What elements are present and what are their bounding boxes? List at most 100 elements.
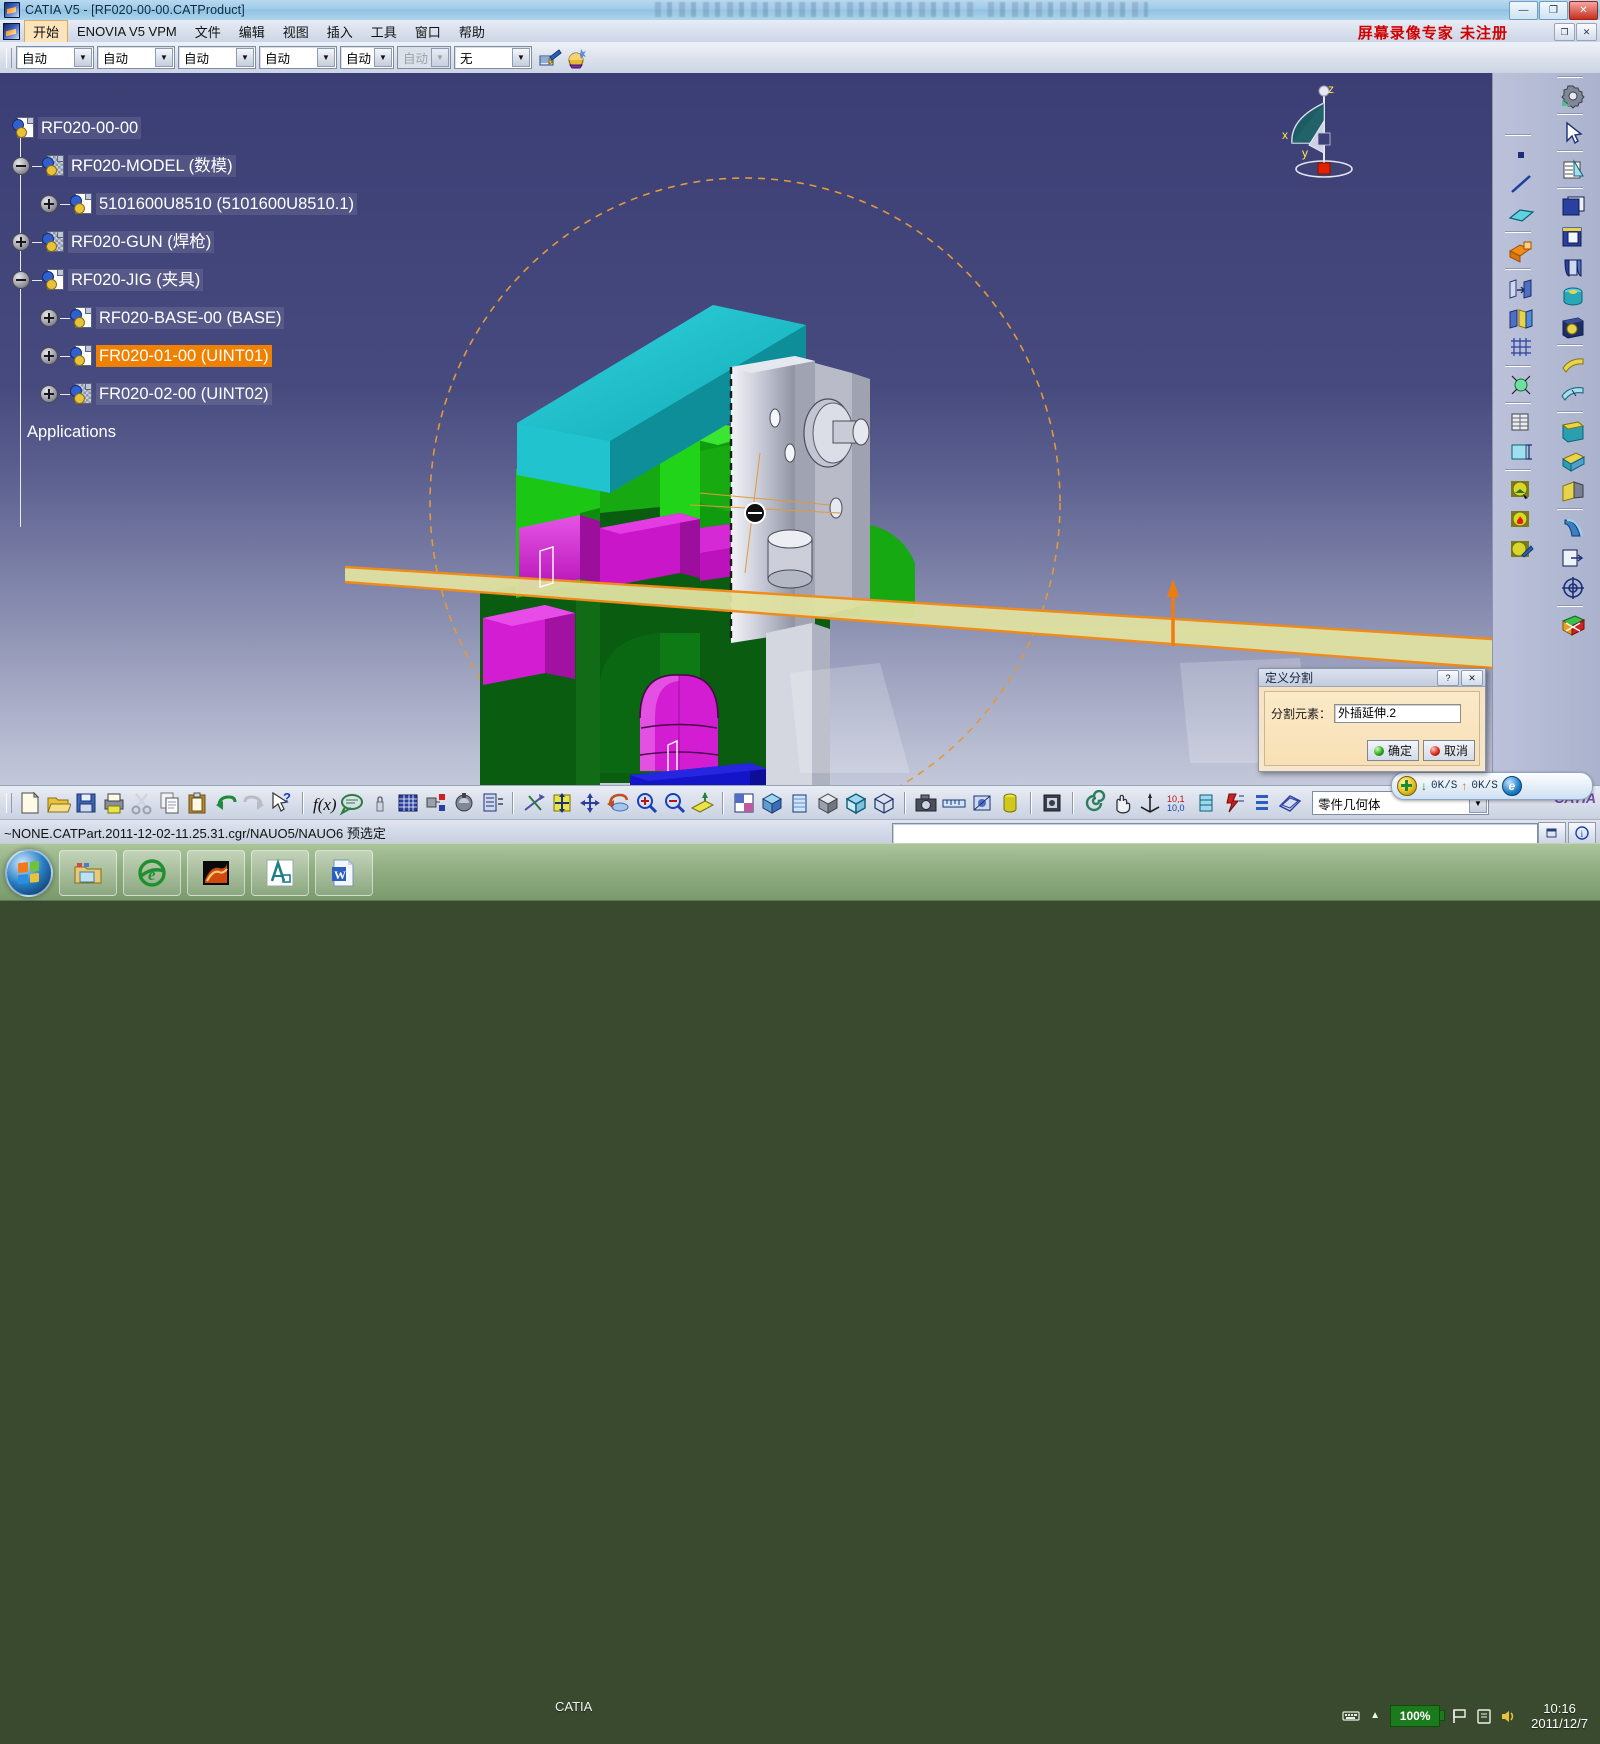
pocket-icon[interactable]	[1558, 223, 1588, 251]
formula-fx-icon[interactable]: f(x)	[311, 790, 337, 816]
hole-icon[interactable]	[1558, 313, 1588, 341]
slot-icon[interactable]	[1558, 380, 1588, 408]
print-icon[interactable]	[101, 790, 127, 816]
zoom-in-icon[interactable]	[633, 790, 659, 816]
cylinder-icon[interactable]	[997, 790, 1023, 816]
tree-node-rf020-model[interactable]: RF020-MODEL (数模)	[6, 147, 436, 185]
taskbar-explorer-button[interactable]	[59, 849, 117, 896]
paste-icon[interactable]	[185, 790, 211, 816]
menu-item-file[interactable]: 文件	[186, 20, 230, 43]
shading-edges-icon[interactable]	[843, 790, 869, 816]
zoom-out-icon[interactable]	[661, 790, 687, 816]
scene-icon[interactable]	[969, 790, 995, 816]
apply-material-icon[interactable]	[1506, 475, 1536, 503]
tree-node-rf020-base-00[interactable]: RF020-BASE-00 (BASE)	[6, 299, 436, 337]
thickness-icon[interactable]	[1506, 438, 1536, 466]
toolbar-grip[interactable]	[6, 47, 12, 68]
measure-list-icon[interactable]	[479, 790, 505, 816]
paint-brush-icon[interactable]	[538, 47, 562, 69]
rib-icon[interactable]	[1558, 350, 1588, 378]
list-icon[interactable]	[1249, 790, 1275, 816]
menu-item-start[interactable]: 开始	[24, 19, 69, 43]
expand-plus-icon[interactable]	[40, 309, 58, 327]
gear-settings-icon[interactable]	[1558, 82, 1588, 110]
select-arrow-icon[interactable]	[1558, 119, 1588, 147]
close-button[interactable]: ✕	[1569, 1, 1598, 20]
network-speed-widget[interactable]: ↓ 0K/S ↑ 0K/S e	[1391, 772, 1593, 800]
graphic-properties-combo-3[interactable]: 自动 ▼	[178, 46, 256, 69]
pattern-grid-icon[interactable]	[1506, 334, 1536, 362]
show-hidden-icons-button[interactable]: ▲	[1366, 1707, 1384, 1725]
active-task-label[interactable]: CATIA	[555, 1699, 592, 1714]
chamfer-icon[interactable]	[1558, 514, 1588, 542]
camera-icon[interactable]	[913, 790, 939, 816]
toolbar-grip[interactable]	[6, 793, 12, 813]
cut-scissors-icon[interactable]	[129, 790, 155, 816]
tree-node-fr020-01-00[interactable]: FR020-01-00 (UINT01)	[6, 337, 436, 375]
graphic-properties-combo-4[interactable]: 自动 ▼	[259, 46, 337, 69]
chevron-down-icon[interactable]: ▼	[155, 48, 173, 67]
mdi-close-button[interactable]: ✕	[1576, 23, 1597, 41]
tree-node-rf020-jig[interactable]: RF020-JIG (夹具)	[6, 261, 436, 299]
menu-item-help[interactable]: 帮助	[450, 20, 494, 43]
split-element-field[interactable]: 外插延伸.2	[1334, 704, 1462, 723]
menu-item-tools[interactable]: 工具	[362, 20, 406, 43]
tree-node-fr020-02-00[interactable]: FR020-02-00 (UINT02)	[6, 375, 436, 413]
network-icon[interactable]	[1475, 1707, 1493, 1725]
taskbar-media-button[interactable]	[187, 849, 245, 896]
catalog-icon[interactable]	[1039, 790, 1065, 816]
expand-plus-icon[interactable]	[40, 347, 58, 365]
restore-panel-icon[interactable]	[1538, 822, 1566, 844]
groove-icon[interactable]	[1558, 283, 1588, 311]
graphic-properties-combo-7[interactable]: 无 ▼	[454, 46, 532, 69]
spiral-icon[interactable]	[1081, 789, 1107, 816]
graphic-properties-combo-5[interactable]: 自动 ▼	[340, 46, 394, 69]
constraint-icon[interactable]	[423, 790, 449, 816]
paint-material-icon[interactable]	[1506, 535, 1536, 563]
graphic-properties-combo-2[interactable]: 自动 ▼	[97, 46, 175, 69]
menu-item-edit[interactable]: 编辑	[230, 20, 274, 43]
windows-start-orb[interactable]	[5, 848, 53, 897]
menu-item-enovia[interactable]: ENOVIA V5 VPM	[68, 22, 186, 41]
shaft-icon[interactable]	[1558, 253, 1588, 281]
normal-view-icon[interactable]	[689, 790, 715, 816]
line-icon[interactable]	[1506, 170, 1536, 198]
graphic-properties-combo-1[interactable]: 自动 ▼	[16, 46, 94, 69]
chevron-down-icon[interactable]: ▼	[236, 48, 254, 67]
power-icon[interactable]	[1221, 790, 1247, 816]
taskbar-ie-button[interactable]: e	[123, 849, 181, 896]
ie-icon[interactable]: e	[1501, 776, 1522, 796]
analyze-icon[interactable]	[451, 790, 477, 816]
front-view-icon[interactable]	[787, 790, 813, 816]
info-icon[interactable]: i	[1568, 822, 1596, 844]
surface-icon[interactable]	[1277, 790, 1303, 816]
material-sphere-icon[interactable]	[565, 47, 589, 69]
volume-icon[interactable]	[1499, 1707, 1517, 1725]
menu-item-insert[interactable]: 插入	[318, 20, 362, 43]
boolean-icon[interactable]	[1558, 611, 1588, 639]
define-split-dialog[interactable]: 定义分割 ? ✕ 分割元素： 外插延伸.2 确定 取消	[1258, 668, 1486, 772]
loft-icon[interactable]	[1558, 447, 1588, 475]
chevron-down-icon[interactable]: ▼	[374, 48, 392, 67]
coordinates-icon[interactable]: 10,1 10,0	[1165, 790, 1191, 816]
comment-icon[interactable]	[339, 790, 365, 816]
action-center-flag-icon[interactable]	[1451, 1707, 1469, 1725]
extrude-orange-icon[interactable]	[1506, 237, 1536, 265]
draft-icon[interactable]	[1558, 544, 1588, 572]
redo-icon[interactable]	[241, 790, 267, 816]
minimize-button[interactable]: —	[1509, 1, 1538, 20]
command-input[interactable]	[892, 823, 1538, 844]
hand-icon[interactable]	[1109, 790, 1135, 816]
split-icon[interactable]	[1506, 408, 1536, 436]
pad-icon[interactable]	[1558, 193, 1588, 221]
stack-icon[interactable]	[1193, 790, 1219, 816]
specification-tree[interactable]: RF020-00-00 RF020-MODEL (数模) 5101600U851…	[6, 109, 436, 527]
table-icon[interactable]	[395, 790, 421, 816]
shading-icon[interactable]	[815, 790, 841, 816]
tree-node-rf020-gun[interactable]: RF020-GUN (焊枪)	[6, 223, 436, 261]
menu-item-window[interactable]: 窗口	[406, 20, 450, 43]
dialog-close-button[interactable]: ✕	[1461, 670, 1483, 686]
mirror-icon[interactable]	[1506, 304, 1536, 332]
cancel-button[interactable]: 取消	[1422, 740, 1475, 761]
taskbar-autocad-button[interactable]	[251, 849, 309, 896]
